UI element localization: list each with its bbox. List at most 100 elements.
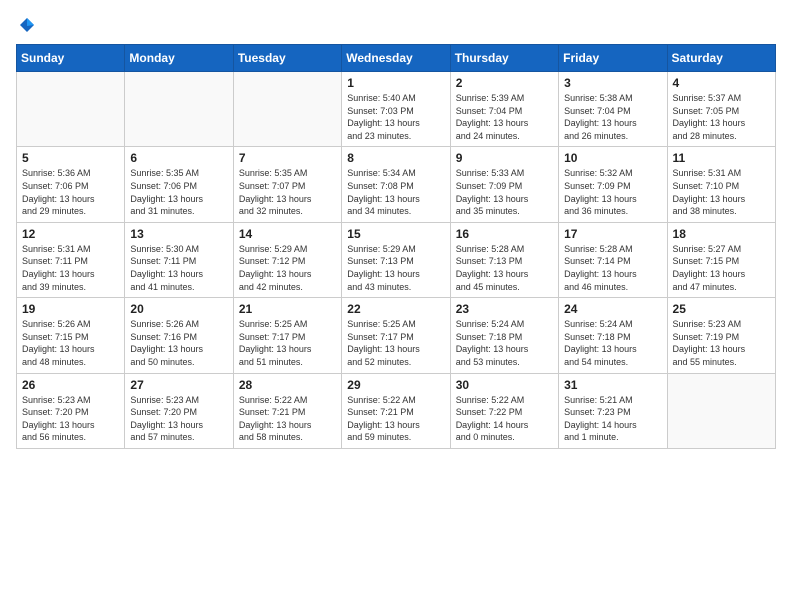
weekday-header-thursday: Thursday: [450, 45, 558, 72]
day-info: Sunrise: 5:25 AMSunset: 7:17 PMDaylight:…: [347, 318, 444, 368]
page-header: [16, 16, 776, 34]
calendar-cell: 26 Sunrise: 5:23 AMSunset: 7:20 PMDayligh…: [17, 373, 125, 448]
calendar-cell: 25Sunrise: 5:23 AMSunset: 7:19 PMDayligh…: [667, 298, 775, 373]
day-number: 7: [239, 151, 336, 165]
week-row-5: 26 Sunrise: 5:23 AMSunset: 7:20 PMDayligh…: [17, 373, 776, 448]
day-info: Sunrise: 5:29 AMSunset: 7:13 PMDaylight:…: [347, 243, 444, 293]
day-number: 27: [130, 378, 227, 392]
day-number: 29: [347, 378, 444, 392]
day-number: 12: [22, 227, 119, 241]
calendar-cell: 20 Sunrise: 5:26 AMSunset: 7:16 PMDayligh…: [125, 298, 233, 373]
calendar-cell: 8 Sunrise: 5:34 AMSunset: 7:08 PMDaylight…: [342, 147, 450, 222]
calendar-cell: 17 Sunrise: 5:28 AMSunset: 7:14 PMDayligh…: [559, 222, 667, 297]
week-row-2: 5 Sunrise: 5:36 AMSunset: 7:06 PMDaylight…: [17, 147, 776, 222]
day-number: 18: [673, 227, 770, 241]
weekday-header-wednesday: Wednesday: [342, 45, 450, 72]
day-number: 11: [673, 151, 770, 165]
day-info: Sunrise: 5:22 AMSunset: 7:21 PMDaylight:…: [239, 394, 336, 444]
calendar-cell: 23 Sunrise: 5:24 AMSunset: 7:18 PMDayligh…: [450, 298, 558, 373]
day-info: Sunrise: 5:26 AMSunset: 7:15 PMDaylight:…: [22, 318, 119, 368]
calendar-cell: 9 Sunrise: 5:33 AMSunset: 7:09 PMDaylight…: [450, 147, 558, 222]
calendar-cell: 16 Sunrise: 5:28 AMSunset: 7:13 PMDayligh…: [450, 222, 558, 297]
day-number: 28: [239, 378, 336, 392]
calendar-table: SundayMondayTuesdayWednesdayThursdayFrid…: [16, 44, 776, 449]
day-number: 23: [456, 302, 553, 316]
day-info: Sunrise: 5:21 AMSunset: 7:23 PMDaylight:…: [564, 394, 661, 444]
day-number: 13: [130, 227, 227, 241]
calendar-cell: 2Sunrise: 5:39 AMSunset: 7:04 PMDaylight…: [450, 72, 558, 147]
day-info: Sunrise: 5:32 AMSunset: 7:09 PMDaylight:…: [564, 167, 661, 217]
day-info: Sunrise: 5:26 AMSunset: 7:16 PMDaylight:…: [130, 318, 227, 368]
day-info: Sunrise: 5:24 AMSunset: 7:18 PMDaylight:…: [564, 318, 661, 368]
day-info: Sunrise: 5:24 AMSunset: 7:18 PMDaylight:…: [456, 318, 553, 368]
day-info: Sunrise: 5:23 AMSunset: 7:19 PMDaylight:…: [673, 318, 770, 368]
calendar-cell: 10 Sunrise: 5:32 AMSunset: 7:09 PMDayligh…: [559, 147, 667, 222]
day-number: 26: [22, 378, 119, 392]
calendar-cell: 12 Sunrise: 5:31 AMSunset: 7:11 PMDayligh…: [17, 222, 125, 297]
week-row-1: 1 Sunrise: 5:40 AMSunset: 7:03 PMDaylight…: [17, 72, 776, 147]
calendar-cell: 7Sunrise: 5:35 AMSunset: 7:07 PMDaylight…: [233, 147, 341, 222]
calendar-cell: 3Sunrise: 5:38 AMSunset: 7:04 PMDaylight…: [559, 72, 667, 147]
week-row-4: 19 Sunrise: 5:26 AMSunset: 7:15 PMDayligh…: [17, 298, 776, 373]
weekday-header-friday: Friday: [559, 45, 667, 72]
day-number: 20: [130, 302, 227, 316]
day-number: 24: [564, 302, 661, 316]
weekday-header-row: SundayMondayTuesdayWednesdayThursdayFrid…: [17, 45, 776, 72]
calendar-cell: 24 Sunrise: 5:24 AMSunset: 7:18 PMDayligh…: [559, 298, 667, 373]
calendar-cell: 31Sunrise: 5:21 AMSunset: 7:23 PMDayligh…: [559, 373, 667, 448]
calendar-cell: [233, 72, 341, 147]
day-info: Sunrise: 5:28 AMSunset: 7:13 PMDaylight:…: [456, 243, 553, 293]
calendar-cell: 28 Sunrise: 5:22 AMSunset: 7:21 PMDayligh…: [233, 373, 341, 448]
day-number: 16: [456, 227, 553, 241]
weekday-header-saturday: Saturday: [667, 45, 775, 72]
calendar-cell: 4 Sunrise: 5:37 AMSunset: 7:05 PMDaylight…: [667, 72, 775, 147]
day-number: 4: [673, 76, 770, 90]
day-info: Sunrise: 5:22 AMSunset: 7:22 PMDaylight:…: [456, 394, 553, 444]
day-number: 6: [130, 151, 227, 165]
weekday-header-tuesday: Tuesday: [233, 45, 341, 72]
day-number: 9: [456, 151, 553, 165]
calendar-cell: 13Sunrise: 5:30 AMSunset: 7:11 PMDayligh…: [125, 222, 233, 297]
calendar-cell: 14Sunrise: 5:29 AMSunset: 7:12 PMDayligh…: [233, 222, 341, 297]
day-number: 17: [564, 227, 661, 241]
calendar-cell: 30 Sunrise: 5:22 AMSunset: 7:22 PMDayligh…: [450, 373, 558, 448]
day-number: 22: [347, 302, 444, 316]
day-number: 3: [564, 76, 661, 90]
calendar-cell: [17, 72, 125, 147]
day-number: 5: [22, 151, 119, 165]
day-number: 10: [564, 151, 661, 165]
day-number: 2: [456, 76, 553, 90]
day-info: Sunrise: 5:31 AMSunset: 7:11 PMDaylight:…: [22, 243, 119, 293]
calendar-cell: 6Sunrise: 5:35 AMSunset: 7:06 PMDaylight…: [125, 147, 233, 222]
calendar-cell: 22 Sunrise: 5:25 AMSunset: 7:17 PMDayligh…: [342, 298, 450, 373]
calendar-cell: 19 Sunrise: 5:26 AMSunset: 7:15 PMDayligh…: [17, 298, 125, 373]
calendar-cell: 27Sunrise: 5:23 AMSunset: 7:20 PMDayligh…: [125, 373, 233, 448]
day-info: Sunrise: 5:40 AMSunset: 7:03 PMDaylight:…: [347, 92, 444, 142]
week-row-3: 12 Sunrise: 5:31 AMSunset: 7:11 PMDayligh…: [17, 222, 776, 297]
day-info: Sunrise: 5:36 AMSunset: 7:06 PMDaylight:…: [22, 167, 119, 217]
calendar-cell: [667, 373, 775, 448]
weekday-header-sunday: Sunday: [17, 45, 125, 72]
day-info: Sunrise: 5:37 AMSunset: 7:05 PMDaylight:…: [673, 92, 770, 142]
day-number: 15: [347, 227, 444, 241]
day-info: Sunrise: 5:25 AMSunset: 7:17 PMDaylight:…: [239, 318, 336, 368]
day-info: Sunrise: 5:28 AMSunset: 7:14 PMDaylight:…: [564, 243, 661, 293]
day-info: Sunrise: 5:33 AMSunset: 7:09 PMDaylight:…: [456, 167, 553, 217]
calendar-cell: 29 Sunrise: 5:22 AMSunset: 7:21 PMDayligh…: [342, 373, 450, 448]
logo: [16, 16, 38, 34]
weekday-header-monday: Monday: [125, 45, 233, 72]
day-number: 8: [347, 151, 444, 165]
day-info: Sunrise: 5:23 AMSunset: 7:20 PMDaylight:…: [22, 394, 119, 444]
calendar-cell: 18Sunrise: 5:27 AMSunset: 7:15 PMDayligh…: [667, 222, 775, 297]
calendar-cell: 21Sunrise: 5:25 AMSunset: 7:17 PMDayligh…: [233, 298, 341, 373]
day-info: Sunrise: 5:34 AMSunset: 7:08 PMDaylight:…: [347, 167, 444, 217]
day-number: 19: [22, 302, 119, 316]
calendar-cell: 1 Sunrise: 5:40 AMSunset: 7:03 PMDaylight…: [342, 72, 450, 147]
calendar-cell: [125, 72, 233, 147]
day-number: 1: [347, 76, 444, 90]
calendar-cell: 15 Sunrise: 5:29 AMSunset: 7:13 PMDayligh…: [342, 222, 450, 297]
day-info: Sunrise: 5:22 AMSunset: 7:21 PMDaylight:…: [347, 394, 444, 444]
day-number: 30: [456, 378, 553, 392]
day-number: 14: [239, 227, 336, 241]
calendar-cell: 11Sunrise: 5:31 AMSunset: 7:10 PMDayligh…: [667, 147, 775, 222]
